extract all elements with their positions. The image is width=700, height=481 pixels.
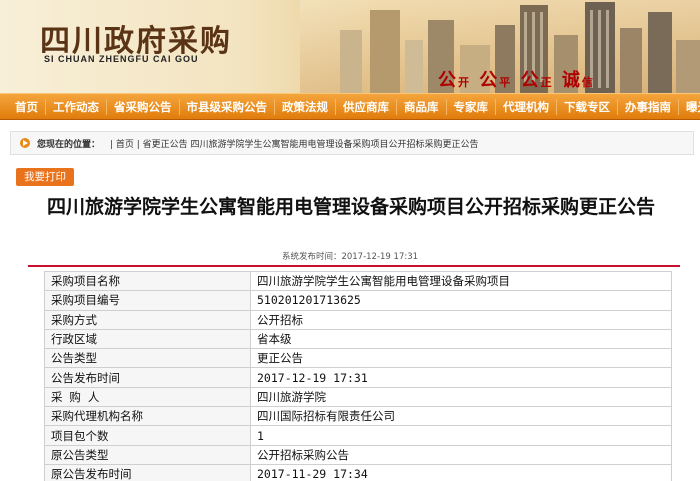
nav-item-city-notices[interactable]: 市县级采购公告 bbox=[180, 98, 275, 115]
nav-item-suppliers[interactable]: 供应商库 bbox=[336, 98, 397, 115]
slogan-char: 开 bbox=[458, 76, 471, 89]
nav-item-news[interactable]: 工作动态 bbox=[46, 98, 107, 115]
slogan: 公开 公平 公正 诚信 bbox=[438, 66, 595, 92]
table-row: 采购项目编号 510201201713625 bbox=[44, 290, 672, 311]
table-value: 2017-12-19 17:31 bbox=[250, 367, 672, 388]
slogan-char: 诚 bbox=[561, 70, 582, 91]
nav-item-experts[interactable]: 专家库 bbox=[447, 98, 496, 115]
slogan-char: 信 bbox=[581, 76, 595, 89]
publish-time: 系统发布时间：2017-12-19 17:31 bbox=[281, 252, 419, 262]
nav-item-home[interactable]: 首页 bbox=[8, 98, 46, 115]
table-row: 项目包个数 1 bbox=[44, 425, 672, 446]
table-key: 原公告类型 bbox=[44, 444, 251, 465]
table-row: 行政区域 省本级 bbox=[44, 328, 672, 350]
breadcrumb-label: 您现在的位置： bbox=[37, 139, 101, 150]
slogan-char: 公 bbox=[520, 70, 541, 91]
table-value: 更正公告 bbox=[250, 348, 672, 369]
site-banner: 四川政府采购 SI CHUAN ZHENGFU CAI GOU 公开 公平 公正… bbox=[0, 0, 700, 93]
slogan-char: 平 bbox=[499, 76, 513, 89]
table-value: 四川旅游学院学生公寓智能用电管理设备采购项目 bbox=[250, 270, 672, 292]
table-key: 采购项目名称 bbox=[44, 270, 251, 292]
table-value: 2017-11-29 17:34 bbox=[250, 463, 672, 481]
site-logo-pinyin: SI CHUAN ZHENGFU CAI GOU bbox=[44, 54, 199, 64]
slogan-char: 公 bbox=[479, 70, 500, 91]
table-value: 公开招标 bbox=[250, 309, 672, 330]
nav-item-province-notices[interactable]: 省采购公告 bbox=[107, 98, 180, 115]
notice-info-table: 采购项目名称 四川旅游学院学生公寓智能用电管理设备采购项目 采购项目编号 51020… bbox=[44, 270, 672, 481]
table-row: 采 购 人四川旅游学院 bbox=[44, 386, 672, 408]
table-row: 公告类型 更正公告 bbox=[44, 348, 672, 369]
slogan-char: 公 bbox=[438, 70, 458, 91]
table-value: 1 bbox=[250, 425, 672, 446]
nav-item-agencies[interactable]: 代理机构 bbox=[496, 98, 557, 115]
nav-item-exposure[interactable]: 曝光台 bbox=[679, 99, 700, 115]
table-key: 采购项目编号 bbox=[44, 290, 251, 311]
table-row: 公告发布时间 2017-12-19 17:31 bbox=[44, 367, 672, 388]
table-key: 原公告发布时间 bbox=[44, 463, 251, 481]
location-icon bbox=[20, 138, 30, 148]
breadcrumb-path[interactable]: | 首页 | 省更正公告 四川旅游学院学生公寓智能用电管理设备采购项目公开招标采… bbox=[110, 137, 479, 150]
table-key: 项目包个数 bbox=[44, 425, 251, 446]
nav-item-guide[interactable]: 办事指南 bbox=[618, 98, 679, 115]
nav-item-policies[interactable]: 政策法规 bbox=[275, 98, 336, 115]
table-key: 公告发布时间 bbox=[44, 367, 251, 388]
table-row: 原公告类型 公开招标采购公告 bbox=[44, 444, 672, 465]
table-value: 省本级 bbox=[250, 328, 672, 350]
table-value: 四川旅游学院 bbox=[250, 386, 672, 408]
table-row: 原公告发布时间 2017-11-29 17:34 bbox=[44, 463, 672, 481]
table-row: 采购方式 公开招标 bbox=[44, 309, 672, 330]
table-key: 采 购 人 bbox=[44, 386, 251, 408]
table-value: 510201201713625 bbox=[250, 290, 672, 311]
breadcrumb: 您现在的位置： | 首页 | 省更正公告 四川旅游学院学生公寓智能用电管理设备采… bbox=[10, 131, 694, 155]
table-row: 采购项目名称 四川旅游学院学生公寓智能用电管理设备采购项目 bbox=[44, 270, 672, 292]
table-key: 采购代理机构名称 bbox=[44, 406, 251, 427]
title-divider bbox=[28, 265, 680, 267]
print-button[interactable]: 我要打印 bbox=[16, 168, 74, 186]
table-key: 行政区域 bbox=[44, 328, 251, 350]
nav-item-downloads[interactable]: 下载专区 bbox=[557, 98, 618, 115]
slogan-char: 正 bbox=[540, 76, 554, 89]
table-row: 采购代理机构名称 四川国际招标有限责任公司 bbox=[44, 406, 672, 427]
table-key: 采购方式 bbox=[44, 309, 251, 330]
main-nav: 首页 工作动态 省采购公告 市县级采购公告 政策法规 供应商库 商品库 专家库 … bbox=[0, 93, 700, 120]
table-value: 公开招标采购公告 bbox=[250, 444, 672, 465]
nav-item-products[interactable]: 商品库 bbox=[397, 98, 447, 115]
table-value: 四川国际招标有限责任公司 bbox=[250, 406, 672, 427]
page-title: 四川旅游学院学生公寓智能用电管理设备采购项目公开招标采购更正公告 bbox=[46, 196, 655, 218]
table-key: 公告类型 bbox=[44, 348, 251, 369]
